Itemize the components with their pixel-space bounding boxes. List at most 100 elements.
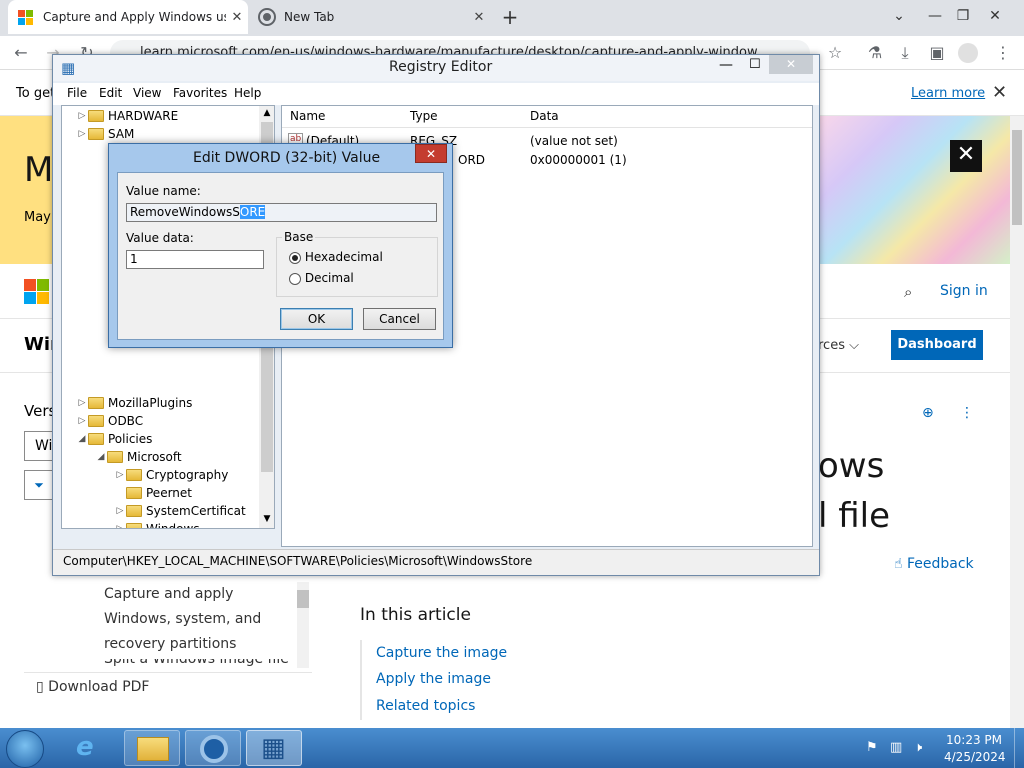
scroll-up-icon[interactable]: ▲: [260, 108, 274, 118]
volume-muted-icon[interactable]: 🕨: [914, 740, 922, 755]
expand-arrow-icon[interactable]: ▷: [114, 470, 126, 480]
column-header-name[interactable]: Name: [290, 109, 325, 123]
expand-arrow-icon[interactable]: ▷: [76, 129, 88, 139]
download-pdf-link[interactable]: ▯ Download PDF: [36, 679, 150, 695]
download-icon[interactable]: ⤓: [892, 40, 918, 66]
tree-node-sam[interactable]: ▷ SAM: [76, 125, 256, 143]
filter-icon[interactable]: ⏷: [24, 470, 54, 500]
tree-node[interactable]: ▷ ODBC: [76, 412, 259, 430]
clock-date[interactable]: 4/25/2024: [944, 750, 1006, 764]
toc-item[interactable]: Capture and apply Windows, system, and r…: [104, 582, 294, 657]
tree-node-label: Windows: [146, 522, 200, 529]
learn-more-link[interactable]: Learn more: [911, 86, 985, 101]
column-header-data[interactable]: Data: [530, 109, 559, 123]
expand-arrow-icon[interactable]: ◢: [76, 434, 88, 444]
menu-file[interactable]: File: [67, 86, 87, 100]
cancel-button[interactable]: Cancel: [363, 308, 436, 330]
lab-flask-icon[interactable]: ⚗: [862, 40, 888, 66]
dashboard-button[interactable]: Dashboard: [891, 330, 983, 360]
link-related-topics[interactable]: Related topics: [376, 698, 475, 714]
row-data: (value not set): [530, 134, 618, 148]
folder-icon: [126, 523, 142, 528]
taskbar-chrome[interactable]: [185, 730, 241, 766]
tree-node[interactable]: ▷ SystemCertificat: [76, 502, 259, 520]
expand-arrow-icon[interactable]: ▷: [76, 111, 88, 121]
column-header-type[interactable]: Type: [410, 109, 438, 123]
download-pdf-label: Download PDF: [48, 679, 150, 695]
tree-node[interactable]: ◢ Policies: [76, 430, 259, 448]
tree-node[interactable]: ▷ MozillaPlugins: [76, 394, 259, 412]
hero-close-icon[interactable]: ✕: [950, 140, 982, 172]
maximize-button[interactable]: ❐: [946, 0, 980, 34]
registry-maximize-button[interactable]: ☐: [749, 57, 761, 72]
value-name-field[interactable]: RemoveWindowsSORE: [126, 203, 437, 222]
taskbar-internet-explorer[interactable]: e: [62, 730, 118, 766]
infobar-text: To get: [16, 86, 56, 101]
microsoft-logo-icon[interactable]: [24, 279, 49, 304]
tree-node[interactable]: ◢ Microsoft: [76, 448, 259, 466]
tree-node[interactable]: Peernet: [76, 484, 259, 502]
action-center-flag-icon[interactable]: ⚑: [866, 740, 878, 755]
tab-search-icon[interactable]: ⌄: [882, 0, 916, 34]
expand-arrow-icon[interactable]: ▷: [76, 398, 88, 408]
pdf-icon: ▯: [36, 679, 44, 695]
show-desktop-button[interactable]: [1014, 728, 1024, 768]
toc-item[interactable]: Split a Windows image file: [104, 659, 294, 669]
tab-close-icon[interactable]: ✕: [226, 10, 248, 25]
radio-hexadecimal[interactable]: Hexadecimal: [289, 250, 383, 264]
infobar-close-icon[interactable]: ✕: [992, 82, 1007, 103]
more-options-icon[interactable]: ⋮: [960, 405, 974, 421]
radio-decimal[interactable]: Decimal: [289, 271, 354, 285]
expand-arrow-icon[interactable]: ▷: [114, 506, 126, 516]
back-arrow-icon[interactable]: ←: [8, 40, 34, 66]
ok-button[interactable]: OK: [280, 308, 353, 330]
menu-favorites[interactable]: Favorites: [173, 86, 227, 100]
tab-new-tab[interactable]: New Tab ✕: [250, 0, 490, 34]
tree-node[interactable]: ▷ Cryptography: [76, 466, 259, 484]
link-capture-image[interactable]: Capture the image: [376, 645, 507, 661]
scroll-down-icon[interactable]: ▼: [260, 514, 274, 524]
start-button[interactable]: [6, 730, 44, 768]
close-browser-button[interactable]: ✕: [978, 0, 1012, 34]
menu-view[interactable]: View: [133, 86, 161, 100]
tree-node-hardware[interactable]: ▷ HARDWARE: [76, 107, 256, 125]
tree-node-label: Cryptography: [146, 468, 229, 482]
tab-close-icon[interactable]: ✕: [468, 10, 490, 25]
add-collection-icon[interactable]: ⊕: [922, 405, 934, 421]
article-title-line2: l file: [818, 496, 891, 536]
row-data: 0x00000001 (1): [530, 153, 627, 167]
tree-node[interactable]: ▷ Windows: [76, 520, 259, 529]
taskbar-file-explorer[interactable]: [124, 730, 180, 766]
clock-time[interactable]: 10:23 PM: [946, 733, 1002, 747]
expand-arrow-icon[interactable]: ◢: [95, 452, 107, 462]
value-data-field[interactable]: 1: [126, 250, 264, 269]
resources-menu[interactable]: rces ⌵: [818, 338, 859, 353]
tree-node-label: SAM: [108, 127, 135, 141]
sign-in-link[interactable]: Sign in: [940, 283, 988, 299]
expand-arrow-icon[interactable]: ▷: [76, 416, 88, 426]
side-panel-icon[interactable]: ▣: [924, 40, 950, 66]
registry-minimize-button[interactable]: —: [719, 57, 733, 73]
page-scrollbar-thumb[interactable]: [1012, 130, 1022, 225]
feedback-link[interactable]: ☝ Feedback: [894, 556, 974, 572]
network-icon[interactable]: ▥: [890, 740, 902, 755]
toc-divider: [24, 672, 312, 673]
bookmark-star-icon[interactable]: ☆: [822, 40, 848, 66]
toc-scrollbar-thumb[interactable]: [297, 590, 309, 608]
dialog-close-button[interactable]: ✕: [415, 144, 447, 163]
tree-node-label: Microsoft: [127, 450, 182, 464]
link-apply-image[interactable]: Apply the image: [376, 671, 491, 687]
menu-help[interactable]: Help: [234, 86, 261, 100]
menu-edit[interactable]: Edit: [99, 86, 122, 100]
tab-capture-apply[interactable]: Capture and Apply Windows usi ✕: [8, 0, 248, 34]
registry-title-bar[interactable]: ▦ Registry Editor — ☐ ✕: [53, 55, 819, 81]
radio-dot: [289, 272, 301, 285]
registry-close-button[interactable]: ✕: [769, 55, 813, 74]
taskbar-registry-editor[interactable]: ▦: [246, 730, 302, 766]
folder-icon: [88, 128, 104, 140]
expand-arrow-icon[interactable]: ▷: [114, 524, 126, 528]
new-tab-button[interactable]: +: [496, 2, 524, 32]
search-icon[interactable]: ⌕: [904, 283, 912, 301]
profile-avatar[interactable]: [958, 43, 978, 63]
menu-kebab-icon[interactable]: ⋮: [990, 40, 1016, 66]
